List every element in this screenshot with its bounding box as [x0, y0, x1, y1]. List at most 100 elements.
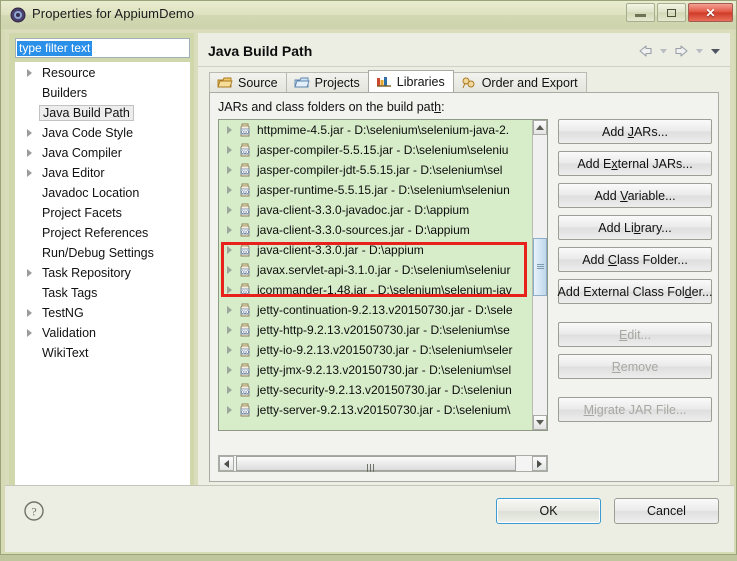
jar-list-item[interactable]: 010 jetty-security-9.2.13.v20150730.jar -… — [219, 380, 533, 400]
add-jars-button[interactable]: Add JARs... — [558, 119, 712, 144]
label-post: igrate JAR File... — [594, 402, 687, 417]
button-label: Remove — [612, 360, 659, 374]
restore-button[interactable] — [657, 3, 686, 22]
back-chevron-down-icon[interactable] — [658, 43, 669, 59]
expand-arrow-icon[interactable] — [227, 146, 232, 154]
jar-list-item[interactable]: 010 jasper-compiler-5.5.15.jar - D:\selen… — [219, 140, 533, 160]
sidebar-item-javadoc-location[interactable]: Javadoc Location — [16, 183, 189, 203]
jar-list-item-label: jetty-http-9.2.13.v20150730.jar - D:\sel… — [257, 323, 510, 337]
expand-arrow-icon[interactable] — [27, 169, 32, 177]
expand-arrow-icon[interactable] — [227, 166, 232, 174]
cancel-button[interactable]: Cancel — [614, 498, 719, 524]
tab-projects[interactable]: Projects — [285, 72, 369, 92]
jar-list-item[interactable]: 010 java-client-3.3.0-sources.jar - D:\ap… — [219, 220, 533, 240]
expand-arrow-icon[interactable] — [227, 366, 232, 374]
back-arrow-icon[interactable] — [637, 43, 654, 59]
build-path-tabs[interactable]: Source Projects Libraries Order and Export — [209, 70, 587, 92]
jar-list-item-label: jasper-compiler-5.5.15.jar - D:\selenium… — [257, 143, 509, 157]
sidebar-item-java-compiler[interactable]: Java Compiler — [16, 143, 189, 163]
jar-list-item[interactable]: 010 jetty-jmx-9.2.13.v20150730.jar - D:\s… — [219, 360, 533, 380]
expand-arrow-icon[interactable] — [27, 149, 32, 157]
title-bar[interactable]: Properties for AppiumDemo ✕ — [1, 1, 736, 29]
sidebar-item-task-repository[interactable]: Task Repository — [16, 263, 189, 283]
view-menu-chevron-down-icon[interactable] — [709, 43, 722, 59]
forward-arrow-icon[interactable] — [673, 43, 690, 59]
label-post: ARs... — [633, 124, 668, 139]
horizontal-scroll-thumb[interactable] — [236, 456, 516, 472]
jar-list-item[interactable]: 010 jetty-http-9.2.13.v20150730.jar - D:\… — [219, 320, 533, 340]
scroll-left-button[interactable] — [219, 456, 234, 471]
expand-arrow-icon[interactable] — [227, 346, 232, 354]
sidebar-item-java-editor[interactable]: Java Editor — [16, 163, 189, 183]
sidebar-item-validation[interactable]: Validation — [16, 323, 189, 343]
expand-arrow-icon[interactable] — [27, 129, 32, 137]
sidebar-item-task-tags[interactable]: Task Tags — [16, 283, 189, 303]
add-external-class-folder-button[interactable]: Add External Class Folder... — [558, 279, 712, 304]
close-button[interactable]: ✕ — [688, 3, 733, 22]
jars-listbox[interactable]: 010 httpmime-4.5.jar - D:\selenium\seleni… — [218, 119, 548, 431]
expand-arrow-icon[interactable] — [227, 386, 232, 394]
jar-list-item[interactable]: 010 jasper-runtime-5.5.15.jar - D:\seleni… — [219, 180, 533, 200]
add-variable-button[interactable]: Add Variable... — [558, 183, 712, 208]
label-post: emove — [620, 359, 659, 374]
jar-list-item[interactable]: 010 java-client-3.3.0-javadoc.jar - D:\ap… — [219, 200, 533, 220]
jar-list-item-label: java-client-3.3.0-javadoc.jar - D:\appiu… — [257, 203, 470, 217]
add-external-jars-button[interactable]: Add External JARs... — [558, 151, 712, 176]
expand-arrow-icon[interactable] — [227, 186, 232, 194]
sidebar-item-resource[interactable]: Resource — [16, 63, 189, 83]
jar-list-item[interactable]: 010 jetty-continuation-9.2.13.v20150730.j… — [219, 300, 533, 320]
jar-list-item[interactable]: 010 jcommander-1.48.jar - D:\selenium\sel… — [219, 280, 533, 300]
minimize-button[interactable] — [626, 3, 655, 22]
expand-arrow-icon[interactable] — [227, 206, 232, 214]
jar-list-item[interactable]: 010 jasper-compiler-jdt-5.5.15.jar - D:\s… — [219, 160, 533, 180]
ok-button[interactable]: OK — [496, 498, 601, 524]
expand-arrow-icon[interactable] — [227, 326, 232, 334]
expand-arrow-icon[interactable] — [227, 126, 232, 134]
expand-arrow-icon[interactable] — [227, 306, 232, 314]
sidebar-item-run-debug-settings[interactable]: Run/Debug Settings — [16, 243, 189, 263]
jars-horizontal-scrollbar[interactable] — [218, 455, 548, 472]
jars-list-rows[interactable]: 010 httpmime-4.5.jar - D:\selenium\seleni… — [219, 120, 533, 420]
expand-arrow-icon[interactable] — [227, 266, 232, 274]
sidebar-item-wikitext[interactable]: WikiText — [16, 343, 189, 363]
sidebar-item-testng[interactable]: TestNG — [16, 303, 189, 323]
expand-arrow-icon[interactable] — [227, 246, 232, 254]
sidebar-item-builders[interactable]: Builders — [16, 83, 189, 103]
jar-list-item[interactable]: 010 httpmime-4.5.jar - D:\selenium\seleni… — [219, 120, 533, 140]
sidebar-item-java-code-style[interactable]: Java Code Style — [16, 123, 189, 143]
button-label: Add Library... — [598, 221, 671, 235]
expand-arrow-icon[interactable] — [227, 286, 232, 294]
help-question-icon[interactable]: ? — [23, 500, 45, 522]
jar-list-item[interactable]: 010 jetty-server-9.2.13.v20150730.jar - D… — [219, 400, 533, 420]
tab-source[interactable]: Source — [209, 72, 287, 92]
sidebar-item-project-facets[interactable]: Project Facets — [16, 203, 189, 223]
expand-arrow-icon[interactable] — [27, 309, 32, 317]
expand-arrow-icon[interactable] — [27, 269, 32, 277]
filter-input[interactable]: type filter text — [15, 38, 190, 58]
tab-order-and-export[interactable]: Order and Export — [452, 72, 587, 92]
jar-list-item-label: javax.servlet-api-3.1.0.jar - D:\seleniu… — [257, 263, 511, 277]
svg-text:010: 010 — [241, 309, 249, 314]
expand-arrow-icon[interactable] — [227, 226, 232, 234]
jars-vertical-scrollbar[interactable] — [532, 120, 547, 430]
button-label: Add Variable... — [594, 189, 675, 203]
expand-arrow-icon[interactable] — [227, 406, 232, 414]
jar-list-item[interactable]: 010 javax.servlet-api-3.1.0.jar - D:\sele… — [219, 260, 533, 280]
vertical-scroll-thumb[interactable] — [533, 238, 547, 296]
forward-chevron-down-icon[interactable] — [694, 43, 705, 59]
expand-arrow-icon[interactable] — [27, 69, 32, 77]
tab-libraries[interactable]: Libraries — [367, 70, 454, 92]
label-post: ariable... — [627, 188, 676, 203]
sidebar-item-project-references[interactable]: Project References — [16, 223, 189, 243]
scroll-down-button[interactable] — [533, 415, 547, 430]
sidebar-item-label: TestNG — [42, 306, 84, 320]
sidebar-item-java-build-path[interactable]: Java Build Path — [16, 103, 189, 123]
scroll-up-button[interactable] — [533, 120, 547, 135]
add-class-folder-button[interactable]: Add Class Folder... — [558, 247, 712, 272]
expand-arrow-icon[interactable] — [27, 329, 32, 337]
jar-list-item[interactable]: 010 java-client-3.3.0.jar - D:\appium — [219, 240, 533, 260]
settings-tree[interactable]: Resource Builders Java Build Path Java Code… — [15, 62, 190, 490]
scroll-right-button[interactable] — [532, 456, 547, 471]
add-library-button[interactable]: Add Library... — [558, 215, 712, 240]
jar-list-item[interactable]: 010 jetty-io-9.2.13.v20150730.jar - D:\se… — [219, 340, 533, 360]
